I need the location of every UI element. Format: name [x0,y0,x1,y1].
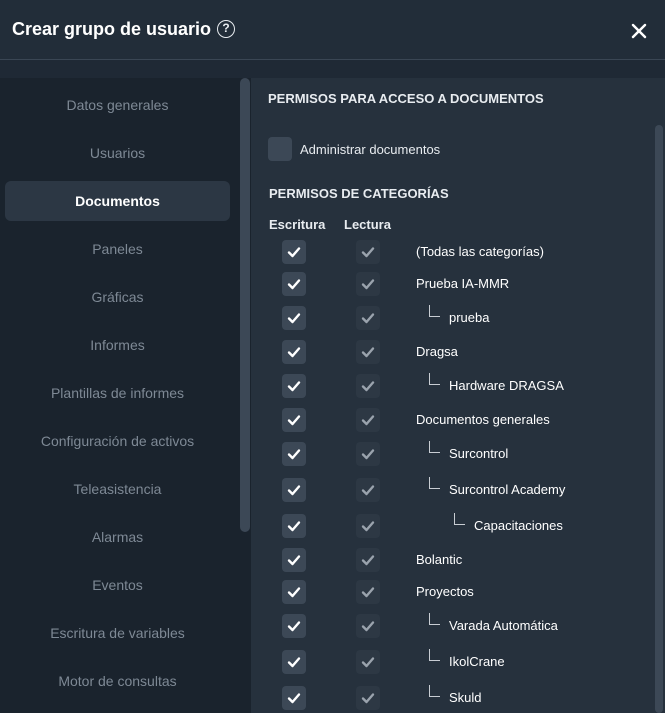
sidebar-item-plantillas-de-informes[interactable]: Plantillas de informes [5,373,230,413]
section-title-documents: PERMISOS PARA ACCESO A DOCUMENTOS [268,91,544,106]
sidebar-item-documentos[interactable]: Documentos [5,181,230,221]
read-checkbox-surcontrol-academy[interactable] [356,478,380,502]
write-checkbox-todas-las-categorias[interactable] [282,240,306,264]
sidebar-nav: Datos generales Usuarios Documentos Paneles… [0,78,239,713]
read-checkbox-skuld[interactable] [356,686,380,710]
category-label-skuld: Skuld [449,690,482,705]
sidebar-item-teleasistencia[interactable]: Teleasistencia [5,469,230,509]
category-label-capacitaciones: Capacitaciones [474,518,563,533]
category-label-surcontrol-academy: Surcontrol Academy [449,482,566,497]
read-checkbox-hardware-dragsa[interactable] [356,374,380,398]
tree-connector [429,649,440,661]
read-checkbox-dragsa[interactable] [356,340,380,364]
read-checkbox-bolantic[interactable] [356,548,380,572]
column-header-write: Escritura [269,217,326,232]
write-checkbox-surcontrol-academy[interactable] [282,478,306,502]
dialog-title: Crear grupo de usuario [12,19,212,39]
help-question-icon[interactable]: ? [217,20,235,38]
admin-documents-label: Administrar documentos [300,142,441,157]
tree-connector [429,373,440,385]
read-checkbox-prueba[interactable] [356,306,380,330]
sidebar-item-escritura-de-variables[interactable]: Escritura de variables [5,613,230,653]
write-checkbox-capacitaciones[interactable] [282,514,306,538]
category-label-prueba-ia-mmr: Prueba IA-MMR [416,276,510,291]
write-checkbox-prueba[interactable] [282,306,306,330]
tree-connector [429,477,440,489]
category-label-proyectos: Proyectos [416,584,474,599]
dialog-header: Crear grupo de usuario ? [0,0,665,60]
write-checkbox-ikolcrane[interactable] [282,650,306,674]
main-scrollbar-thumb[interactable] [655,125,663,713]
sidebar-item-informes[interactable]: Informes [5,325,230,365]
tree-connector [454,513,465,525]
category-label-varada-automatica: Varada Automática [449,618,558,633]
write-checkbox-varada-automatica[interactable] [282,614,306,638]
tree-connector [429,613,440,625]
category-label-hardware-dragsa: Hardware DRAGSA [449,378,564,393]
category-label-bolantic: Bolantic [416,552,463,567]
category-label-todas-las-categorias: (Todas las categorías) [416,244,544,259]
read-checkbox-proyectos[interactable] [356,580,380,604]
category-label-documentos-generales: Documentos generales [416,412,550,427]
admin-documents-checkbox[interactable] [268,137,292,161]
sidebar-item-eventos[interactable]: Eventos [5,565,230,605]
category-label-surcontrol: Surcontrol [449,446,509,461]
read-checkbox-todas-las-categorias[interactable] [356,240,380,264]
sidebar-item-graficas[interactable]: Gráficas [5,277,230,317]
read-checkbox-capacitaciones[interactable] [356,514,380,538]
read-checkbox-ikolcrane[interactable] [356,650,380,674]
write-checkbox-bolantic[interactable] [282,548,306,572]
sidebar-item-alarmas[interactable]: Alarmas [5,517,230,557]
category-label-ikolcrane: IkolCrane [449,654,505,669]
read-checkbox-documentos-generales[interactable] [356,408,380,432]
sidebar-item-datos-generales[interactable]: Datos generales [5,85,230,125]
section-title-categories: PERMISOS DE CATEGORÍAS [269,186,449,201]
category-label-prueba: prueba [449,310,490,325]
category-label-dragsa: Dragsa [416,344,458,359]
close-icon[interactable] [630,22,648,40]
read-checkbox-surcontrol[interactable] [356,442,380,466]
write-checkbox-documentos-generales[interactable] [282,408,306,432]
read-checkbox-prueba-ia-mmr[interactable] [356,272,380,296]
write-checkbox-hardware-dragsa[interactable] [282,374,306,398]
sidebar-item-motor-de-consultas[interactable]: Motor de consultas [5,661,230,701]
write-checkbox-skuld[interactable] [282,686,306,710]
tree-connector [429,441,440,453]
write-checkbox-proyectos[interactable] [282,580,306,604]
tree-connector [429,305,440,317]
column-header-read: Lectura [344,217,391,232]
read-checkbox-varada-automatica[interactable] [356,614,380,638]
write-checkbox-dragsa[interactable] [282,340,306,364]
write-checkbox-surcontrol[interactable] [282,442,306,466]
tree-connector [429,685,440,697]
sidebar-item-paneles[interactable]: Paneles [5,229,230,269]
sidebar-scrollbar-thumb[interactable] [240,78,250,532]
sidebar-item-configuracion-de-activos[interactable]: Configuración de activos [5,421,230,461]
sidebar-item-usuarios[interactable]: Usuarios [5,133,230,173]
write-checkbox-prueba-ia-mmr[interactable] [282,272,306,296]
